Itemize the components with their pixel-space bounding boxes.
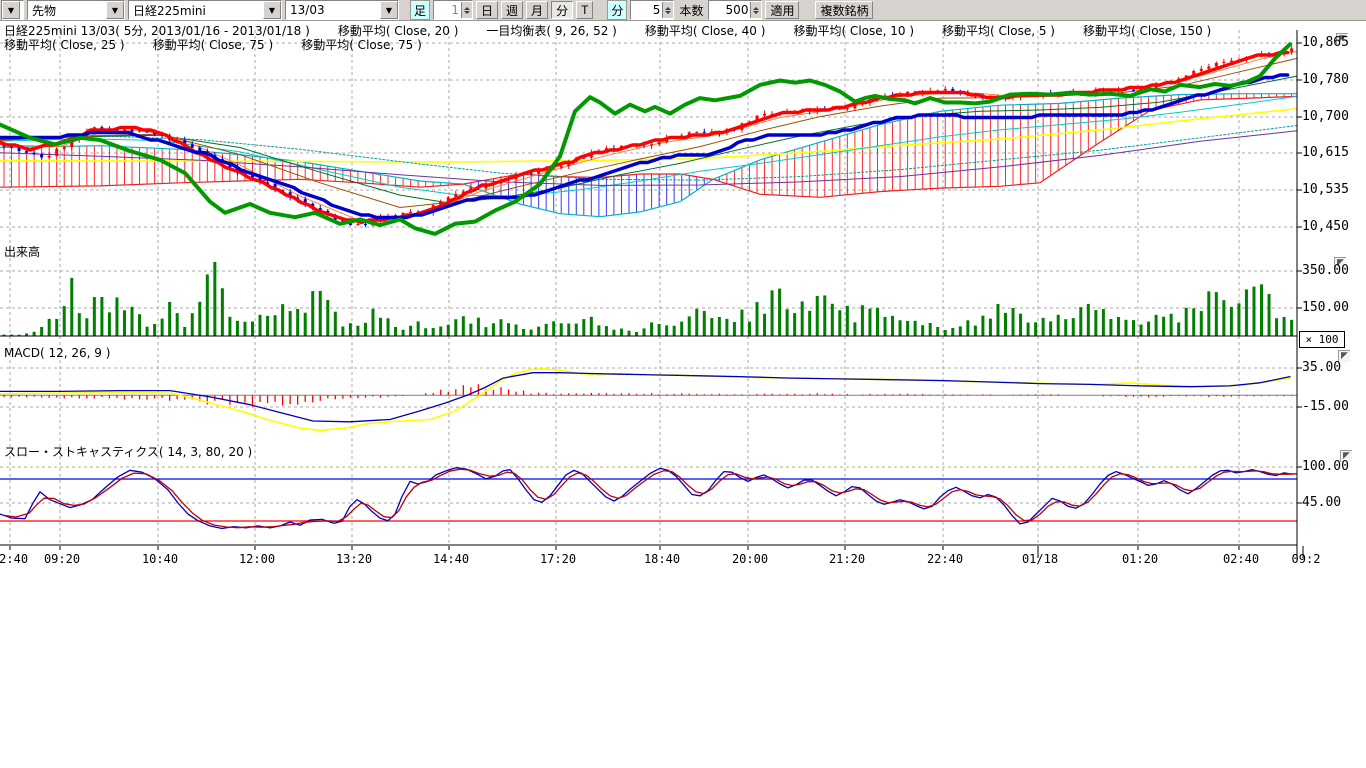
time-tick-label: 20:00 (732, 552, 768, 566)
axis-tick-label: 35.00 (1302, 360, 1341, 375)
volume-multiplier-badge: × 100 (1299, 331, 1345, 348)
time-tick-label: 21:20 (829, 552, 865, 566)
time-tick-label: 12:00 (239, 552, 275, 566)
indicator-legend-item: 移動平均( Close, 10 ) (793, 24, 914, 38)
indicator-legend-item: 移動平均( Close, 75 ) (153, 38, 274, 52)
indicator-legend-item: 移動平均( Close, 40 ) (645, 24, 766, 38)
volume-panel-label: 出来高 (4, 243, 40, 260)
indicator-legend-item: 一目均衡表( 9, 26, 52 ) (486, 24, 616, 38)
trading-app-window: ▼ 先物 ▼ 日経225mini ▼ 13/03 ▼ 足 1 日 週 月 分 T… (0, 0, 1366, 768)
indicator-legend-item: 移動平均( Close, 75 ) (301, 38, 422, 52)
time-tick-label: 09:20 (44, 552, 80, 566)
axis-tick-label: 350.00 (1302, 263, 1349, 278)
macd-panel-label: MACD( 12, 26, 9 ) (4, 346, 110, 360)
time-tick-label: 02:40 (1223, 552, 1259, 566)
axis-tick-label: 10,535 (1302, 182, 1349, 197)
axis-tick-label: -15.00 (1302, 399, 1349, 414)
time-tick-label: 13:20 (336, 552, 372, 566)
time-tick-label: 10:40 (142, 552, 178, 566)
legend-row-2: 移動平均( Close, 25 ) 移動平均( Close, 75 ) 移動平均( … (4, 36, 450, 53)
axis-tick-label: 10,450 (1302, 219, 1349, 234)
time-tick-label: 09:2 (1292, 552, 1321, 566)
time-tick-label: 01:20 (1122, 552, 1158, 566)
axis-tick-label: 100.00 (1302, 459, 1349, 474)
chart-canvas[interactable] (0, 0, 1366, 600)
indicator-legend-item: 移動平均( Close, 150 ) (1083, 24, 1211, 38)
axis-tick-label: 10,780 (1302, 72, 1349, 87)
time-tick-label: 14:40 (433, 552, 469, 566)
axis-tick-label: 10,865 (1302, 35, 1349, 50)
time-tick-label: 18:40 (644, 552, 680, 566)
time-tick-label: 22:40 (927, 552, 963, 566)
time-tick-label: 17:20 (540, 552, 576, 566)
indicator-legend-item: 移動平均( Close, 5 ) (942, 24, 1055, 38)
time-tick-label: 01/18 (1022, 552, 1058, 566)
stoch-panel-label: スロー・ストキャスティクス( 14, 3, 80, 20 ) (4, 443, 252, 460)
time-tick-label: 02:40 (0, 552, 28, 566)
axis-tick-label: 45.00 (1302, 495, 1341, 510)
axis-tick-label: 10,615 (1302, 145, 1349, 160)
axis-tick-label: 150.00 (1302, 300, 1349, 315)
indicator-legend-item: 移動平均( Close, 25 ) (4, 38, 125, 52)
axis-tick-label: 10,700 (1302, 109, 1349, 124)
